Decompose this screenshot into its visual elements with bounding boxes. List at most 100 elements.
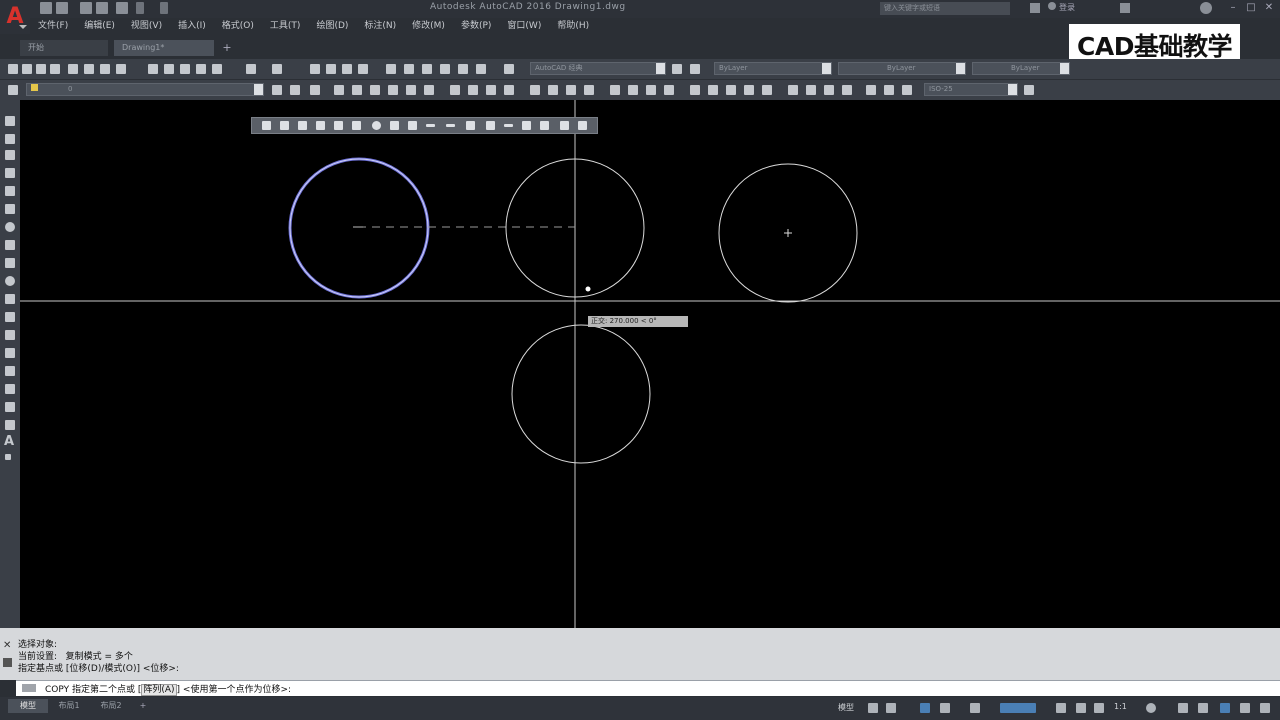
new-icon[interactable] xyxy=(8,64,18,74)
layer-select[interactable]: 0 xyxy=(26,83,264,96)
offset-icon[interactable] xyxy=(504,85,514,95)
pan-icon[interactable] xyxy=(310,64,320,74)
markup-icon[interactable] xyxy=(458,64,468,74)
auto-scale-icon[interactable] xyxy=(1094,703,1104,713)
menu-format[interactable]: 格式(O) xyxy=(214,18,262,34)
zoom-window-icon[interactable] xyxy=(342,64,352,74)
edit-dimension-text-icon[interactable] xyxy=(884,85,894,95)
spline-icon[interactable] xyxy=(5,258,15,268)
menu-file[interactable]: 文件(F) xyxy=(30,18,76,34)
construction-line-icon[interactable] xyxy=(352,85,362,95)
paste-icon[interactable] xyxy=(180,64,190,74)
gradient-icon[interactable] xyxy=(5,384,15,394)
ellipse-arc-icon[interactable] xyxy=(5,294,15,304)
close-button[interactable]: ✕ xyxy=(1262,2,1276,14)
new-layout-button[interactable]: + xyxy=(136,699,150,713)
radius-icon[interactable] xyxy=(610,85,620,95)
arc-icon[interactable] xyxy=(5,204,15,214)
wrench-icon[interactable] xyxy=(3,658,12,667)
layer-states-icon[interactable] xyxy=(310,85,320,95)
tab-start[interactable]: 开始 xyxy=(20,40,108,56)
edit-dimension-icon[interactable] xyxy=(866,85,876,95)
ortho-icon[interactable] xyxy=(920,703,930,713)
offset-icon[interactable] xyxy=(316,121,325,130)
menu-window[interactable]: 窗口(W) xyxy=(499,18,549,34)
menu-edit[interactable]: 编辑(E) xyxy=(76,18,123,34)
workspace-settings-icon[interactable] xyxy=(672,64,682,74)
snap-icon[interactable] xyxy=(886,703,896,713)
tolerance-icon[interactable] xyxy=(788,85,798,95)
match-properties-icon[interactable] xyxy=(196,64,206,74)
tab-layout2[interactable]: 布局2 xyxy=(92,699,130,713)
linear-dimension-icon[interactable] xyxy=(530,85,540,95)
dimension-style-select[interactable]: ISO-25 xyxy=(924,83,1018,96)
region-icon[interactable] xyxy=(5,402,15,412)
tab-drawing1[interactable]: Drawing1* xyxy=(114,40,214,56)
print-icon[interactable] xyxy=(68,64,78,74)
stretch-icon[interactable] xyxy=(408,121,417,130)
add-selected-icon[interactable] xyxy=(5,454,11,460)
revision-cloud-icon[interactable] xyxy=(5,240,15,250)
copy-object-icon[interactable] xyxy=(468,85,478,95)
open-icon[interactable] xyxy=(22,64,32,74)
selected-circle[interactable] xyxy=(288,157,430,299)
object-snap-icon[interactable] xyxy=(1000,703,1036,713)
dimension-space-icon[interactable] xyxy=(744,85,754,95)
copied-circle[interactable] xyxy=(511,324,651,464)
preview-icon[interactable] xyxy=(84,64,94,74)
chamfer-icon[interactable] xyxy=(522,121,531,130)
line-icon[interactable] xyxy=(334,85,344,95)
blend-curves-icon[interactable] xyxy=(560,121,569,130)
line-icon[interactable] xyxy=(5,116,15,126)
angular-icon[interactable] xyxy=(664,85,674,95)
menu-tools[interactable]: 工具(T) xyxy=(262,18,309,34)
menu-help[interactable]: 帮助(H) xyxy=(549,18,597,34)
zoom-previous-icon[interactable] xyxy=(358,64,368,74)
mirror-icon[interactable] xyxy=(486,85,496,95)
sheet-set-manager-icon[interactable] xyxy=(440,64,450,74)
menu-draw[interactable]: 绘图(D) xyxy=(308,18,356,34)
dimension-style-icon[interactable] xyxy=(1024,85,1034,95)
tab-model[interactable]: 模型 xyxy=(8,699,48,713)
application-menu-button[interactable]: A xyxy=(0,0,30,34)
polygon-icon[interactable] xyxy=(5,168,15,178)
isodraft-icon[interactable] xyxy=(970,703,980,713)
rectangle-icon[interactable] xyxy=(5,186,15,196)
inspection-icon[interactable] xyxy=(824,85,834,95)
annotation-scale-icon[interactable] xyxy=(1056,703,1066,713)
properties-icon[interactable] xyxy=(386,64,396,74)
rectangle-icon[interactable] xyxy=(406,85,416,95)
construction-line-icon[interactable] xyxy=(5,134,15,144)
array-icon[interactable] xyxy=(334,121,343,130)
linetype-select[interactable]: ByLayer xyxy=(838,62,966,75)
menu-parametric[interactable]: 参数(P) xyxy=(453,18,499,34)
ellipse-icon[interactable] xyxy=(5,276,15,286)
color-select[interactable]: ByLayer xyxy=(714,62,832,75)
close-icon[interactable]: ✕ xyxy=(3,640,11,651)
help-icon[interactable] xyxy=(504,64,514,74)
break-at-point-icon[interactable] xyxy=(466,121,475,130)
sign-in-button[interactable]: 登录 xyxy=(1048,2,1075,13)
binoculars-icon[interactable] xyxy=(1030,3,1040,13)
redo-icon[interactable] xyxy=(272,64,282,74)
hardware-acceleration-icon[interactable] xyxy=(1220,703,1230,713)
jogged-icon[interactable] xyxy=(628,85,638,95)
3d-print-icon[interactable] xyxy=(116,64,126,74)
move-icon[interactable] xyxy=(352,121,361,130)
design-center-icon[interactable] xyxy=(404,64,414,74)
ordinate-icon[interactable] xyxy=(584,85,594,95)
menu-modify[interactable]: 修改(M) xyxy=(404,18,453,34)
continue-icon[interactable] xyxy=(726,85,736,95)
drawing-canvas[interactable] xyxy=(20,100,1280,628)
help-icon[interactable] xyxy=(1200,2,1212,14)
sheet-set-icon[interactable] xyxy=(50,64,60,74)
search-input[interactable]: 键入关键字或短语 xyxy=(880,2,1010,15)
hatch-icon[interactable] xyxy=(5,366,15,376)
point-icon[interactable] xyxy=(5,348,15,358)
redo-icon[interactable] xyxy=(160,2,168,14)
quick-dimension-icon[interactable] xyxy=(690,85,700,95)
polygon-icon[interactable] xyxy=(388,85,398,95)
explode-icon[interactable] xyxy=(578,121,587,130)
save-icon[interactable] xyxy=(80,2,92,14)
publish-icon[interactable] xyxy=(100,64,110,74)
